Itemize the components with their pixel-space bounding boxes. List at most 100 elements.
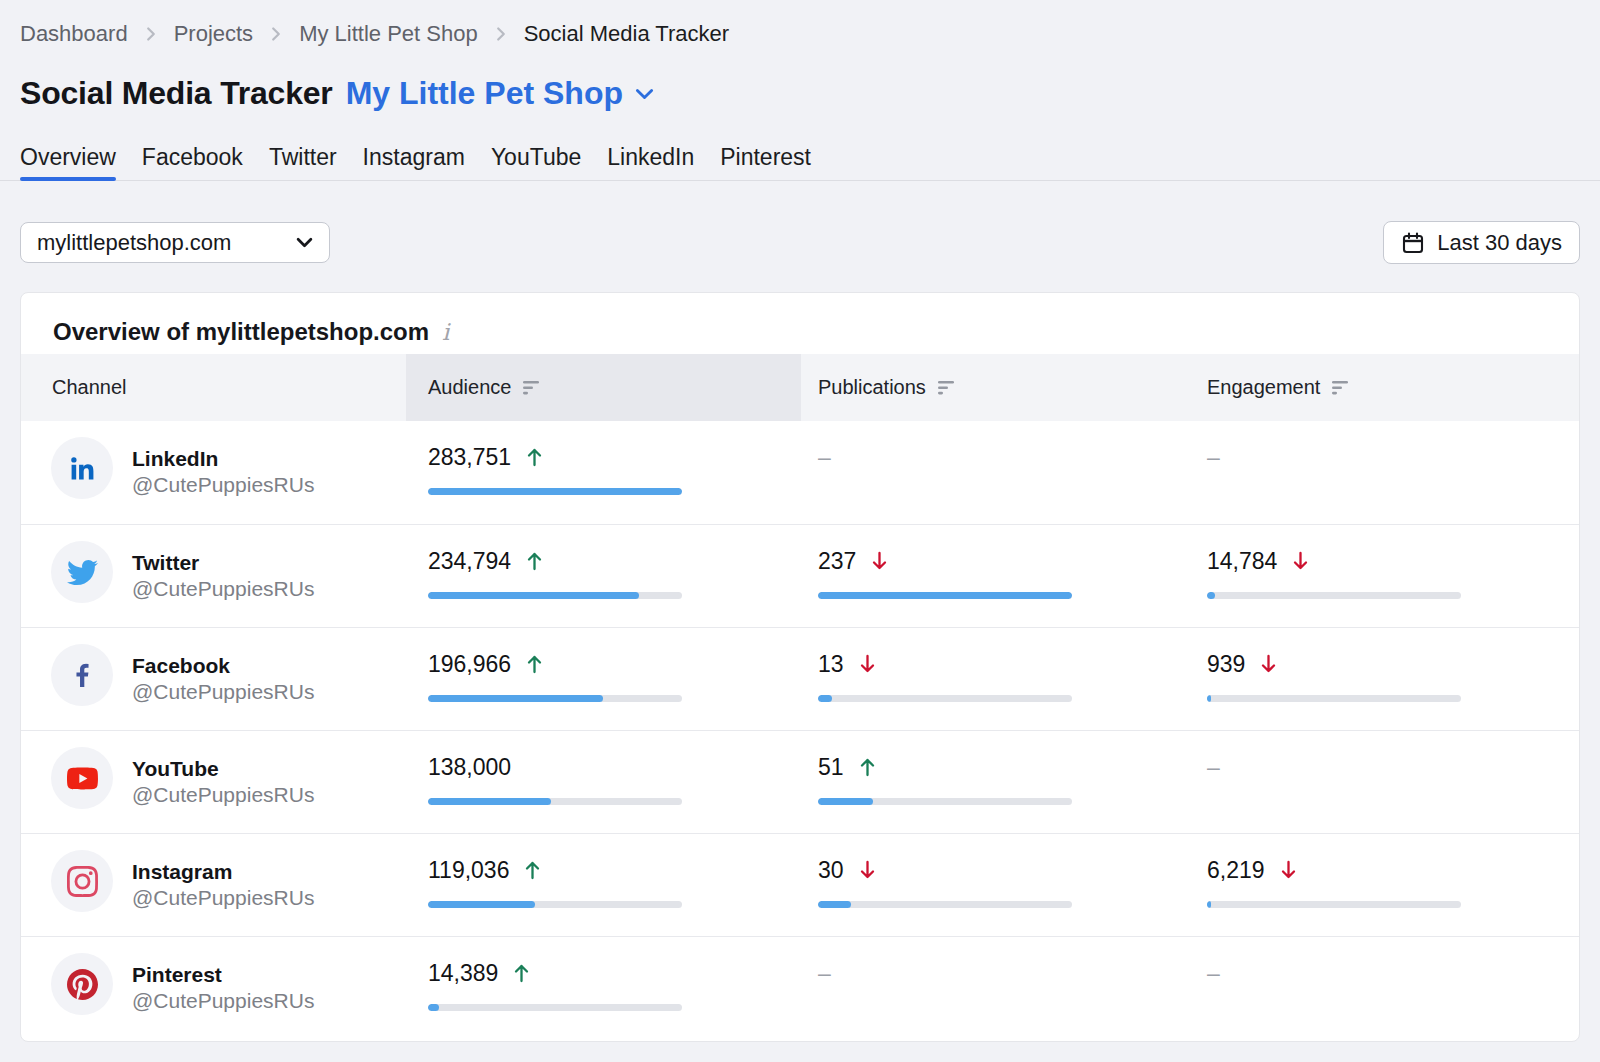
channel-handle[interactable]: @CutePuppiesRUs — [132, 885, 314, 910]
table-row: YouTube@CutePuppiesRUs138,00051– — [21, 730, 1579, 833]
facebook-icon — [67, 660, 98, 691]
audience-bar — [428, 798, 682, 805]
table-body: LinkedIn@CutePuppiesRUs283,751––Twitter@… — [21, 421, 1579, 1039]
tabs-bar: Overview Facebook Twitter Instagram YouTube L… — [0, 144, 1600, 181]
twitter-icon — [67, 557, 98, 588]
overview-card: Overview of mylittlepetshop.com i Channe… — [20, 292, 1580, 1042]
audience-bar — [428, 695, 682, 702]
breadcrumb: DashboardProjectsMy Little Pet ShopSocia… — [20, 0, 1580, 46]
channel-avatar — [51, 953, 113, 1015]
audience-value: 234,794 — [428, 548, 511, 575]
table-row: LinkedIn@CutePuppiesRUs283,751–– — [21, 421, 1579, 524]
date-range-label: Last 30 days — [1437, 230, 1562, 256]
trend-down-icon — [1260, 654, 1277, 674]
date-range-button[interactable]: Last 30 days — [1383, 221, 1580, 264]
audience-value: 119,036 — [428, 857, 509, 884]
publications-value: 13 — [818, 651, 844, 678]
audience-value: 14,389 — [428, 960, 498, 987]
engagement-value: 6,219 — [1207, 857, 1265, 884]
project-name: My Little Pet Shop — [346, 75, 623, 112]
domain-select-value: mylittlepetshop.com — [37, 230, 231, 256]
channel-name: LinkedIn — [132, 446, 314, 472]
column-header-audience[interactable]: Audience — [406, 354, 801, 421]
sort-icon — [523, 381, 541, 395]
sort-icon — [1332, 381, 1350, 395]
breadcrumb-item[interactable]: Dashboard — [20, 21, 128, 46]
page-title: Social Media Tracker — [20, 75, 333, 112]
engagement-value: 939 — [1207, 651, 1245, 678]
breadcrumb-separator-icon — [271, 26, 281, 42]
tab-pinterest[interactable]: Pinterest — [720, 144, 811, 180]
engagement-empty: – — [1207, 960, 1220, 986]
breadcrumb-item[interactable]: My Little Pet Shop — [299, 21, 478, 46]
channel-name: YouTube — [132, 756, 314, 782]
trend-up-icon — [526, 551, 543, 571]
channel-handle[interactable]: @CutePuppiesRUs — [132, 679, 314, 704]
column-header-channel: Channel — [21, 354, 406, 421]
domain-select[interactable]: mylittlepetshop.com — [20, 222, 330, 263]
publications-bar — [818, 695, 1072, 702]
tab-linkedin[interactable]: LinkedIn — [607, 144, 694, 180]
tab-overview[interactable]: Overview — [20, 144, 116, 180]
table-row: Twitter@CutePuppiesRUs234,79423714,784 — [21, 524, 1579, 627]
project-selector[interactable]: My Little Pet Shop — [346, 75, 654, 112]
channel-avatar — [51, 644, 113, 706]
publications-value: 30 — [818, 857, 844, 884]
column-header-engagement[interactable]: Engagement — [1196, 354, 1579, 421]
publications-value: 51 — [818, 754, 844, 781]
breadcrumb-separator-icon — [496, 26, 506, 42]
channel-name: Pinterest — [132, 962, 314, 988]
audience-bar — [428, 1004, 682, 1011]
engagement-bar — [1207, 592, 1461, 599]
channel-handle[interactable]: @CutePuppiesRUs — [132, 472, 314, 497]
channel-handle[interactable]: @CutePuppiesRUs — [132, 988, 314, 1013]
channel-avatar — [51, 850, 113, 912]
breadcrumb-item[interactable]: Projects — [174, 21, 253, 46]
channel-avatar — [51, 747, 113, 809]
sort-icon — [938, 381, 956, 395]
audience-value: 283,751 — [428, 444, 511, 471]
channel-avatar — [51, 437, 113, 499]
linkedin-icon — [67, 453, 98, 484]
channel-handle[interactable]: @CutePuppiesRUs — [132, 782, 314, 807]
trend-down-icon — [859, 860, 876, 880]
card-title: Overview of mylittlepetshop.com — [53, 318, 429, 346]
chevron-down-icon — [635, 88, 654, 100]
tab-twitter[interactable]: Twitter — [269, 144, 337, 180]
audience-value: 196,966 — [428, 651, 511, 678]
trend-up-icon — [526, 447, 543, 467]
tab-instagram[interactable]: Instagram — [363, 144, 465, 180]
channel-name: Facebook — [132, 653, 314, 679]
youtube-icon — [67, 763, 98, 794]
channel-handle[interactable]: @CutePuppiesRUs — [132, 576, 314, 601]
engagement-bar — [1207, 695, 1461, 702]
tab-facebook[interactable]: Facebook — [142, 144, 243, 180]
trend-up-icon — [524, 860, 541, 880]
publications-empty: – — [818, 444, 831, 470]
channel-name: Twitter — [132, 550, 314, 576]
info-icon[interactable]: i — [442, 319, 449, 345]
trend-down-icon — [859, 654, 876, 674]
tab-youtube[interactable]: YouTube — [491, 144, 581, 180]
instagram-icon — [67, 866, 98, 897]
audience-value: 138,000 — [428, 754, 511, 781]
trend-down-icon — [871, 551, 888, 571]
calendar-icon — [1401, 231, 1425, 255]
table-row: Instagram@CutePuppiesRUs 119,036 30 6,219 — [21, 833, 1579, 936]
publications-bar — [818, 901, 1072, 908]
channel-avatar — [51, 541, 113, 603]
pinterest-icon — [67, 969, 98, 1000]
column-header-publications[interactable]: Publications — [801, 354, 1196, 421]
trend-down-icon — [1292, 551, 1309, 571]
page: Dashboard Projects My Little Pet Shop Socia… — [0, 0, 1600, 1042]
publications-value: 237 — [818, 548, 856, 575]
channel-name: Instagram — [132, 859, 314, 885]
table-row: Pinterest@CutePuppiesRUs 14,389 – – — [21, 936, 1579, 1039]
trend-up-icon — [859, 757, 876, 777]
trend-up-icon — [526, 654, 543, 674]
table-row: Facebook@CutePuppiesRUs 196,966 13 939 — [21, 627, 1579, 730]
audience-bar — [428, 488, 682, 495]
trend-up-icon — [513, 963, 530, 983]
audience-bar — [428, 901, 682, 908]
publications-empty: – — [818, 960, 831, 986]
